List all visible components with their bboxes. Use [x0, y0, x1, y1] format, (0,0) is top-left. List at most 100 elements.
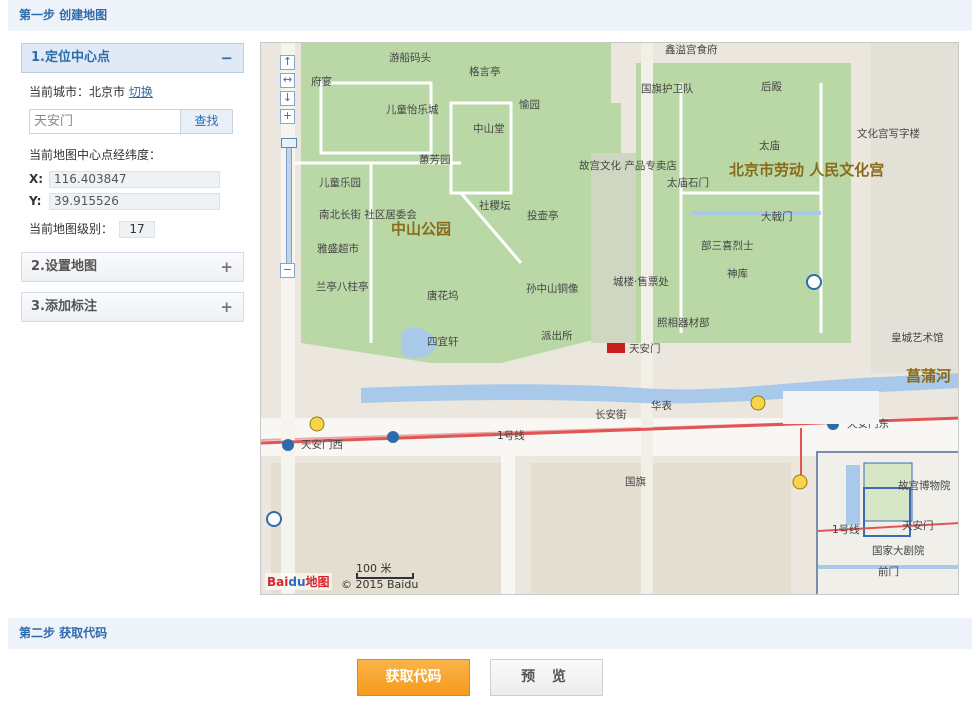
- label-paichusuo: 派出所: [541, 329, 573, 342]
- overview-line1: 1号线: [832, 523, 860, 536]
- pan-down-button[interactable]: ↓: [280, 91, 295, 106]
- label-yuyuan: 愉园: [519, 98, 540, 111]
- label-tiananmen-west: 天安门西: [301, 438, 343, 451]
- label-shenku: 神库: [727, 267, 748, 280]
- bus-b-icon[interactable]: [309, 416, 325, 432]
- label-line1: 1号线: [497, 429, 525, 442]
- x-coord-field[interactable]: 116.403847: [49, 170, 220, 188]
- collapse-icon[interactable]: −: [220, 44, 233, 72]
- map-canvas[interactable]: 游船码头 格言亭 鑫溢宫食府 府宴 国旗护卫队 后殿 儿童怡乐城 愉园 中山堂 …: [260, 42, 959, 595]
- step2-header: 第二步 获取代码: [8, 618, 972, 649]
- parking-icon[interactable]: [806, 274, 822, 290]
- label-dajidian: 大戟门: [761, 210, 793, 223]
- label-yasheng: 雅盛超市: [317, 242, 359, 255]
- zoom-slider-handle[interactable]: [281, 138, 297, 148]
- city-value: 北京市: [89, 85, 126, 99]
- map-pan-control: ↑ ↔ ↓ +: [280, 55, 298, 127]
- accordion-add-marker-title: 3.添加标注: [31, 299, 97, 314]
- search-input[interactable]: 天安门: [29, 109, 180, 134]
- label-changan: 长安街: [595, 408, 627, 421]
- overview-tiananmen: 天安门: [902, 519, 934, 532]
- bus-d-icon[interactable]: [792, 474, 808, 490]
- label-children-park: 儿童乐园: [319, 176, 361, 189]
- label-sansan: 部三喜烈士: [701, 239, 754, 252]
- y-coord-row: Y: 39.915526: [29, 192, 236, 210]
- label-chenglou: 城楼·售票处: [613, 275, 669, 288]
- x-coord-row: X: 116.403847: [29, 170, 236, 188]
- locate-body: 当前城市：北京市 切换 天安门 查找 当前地图中心点经纬度： X: 116.40…: [21, 73, 244, 250]
- zoom-level-row: 当前地图级别： 17: [29, 218, 236, 240]
- switch-city-link[interactable]: 切换: [129, 85, 153, 99]
- logo-du: du: [288, 575, 306, 589]
- accordion-add-marker[interactable]: 3.添加标注 +: [21, 292, 244, 322]
- label-huifang: 蕙芳园: [419, 153, 451, 166]
- label-houdian: 后殿: [761, 81, 782, 93]
- bus-a-icon[interactable]: [750, 395, 766, 411]
- label-taimiao-stone: 太庙石门: [667, 176, 709, 189]
- zoom-out-button[interactable]: −: [280, 263, 295, 278]
- zoom-in-button[interactable]: +: [280, 109, 295, 124]
- overview-qianmen: 前门: [878, 565, 899, 578]
- tile-placeholder: [783, 391, 879, 424]
- accordion-locate-center[interactable]: 1.定位中心点 −: [21, 43, 244, 73]
- expand-icon[interactable]: +: [220, 253, 233, 281]
- label-laodong-palace: 北京市劳动 人民文化宫: [729, 161, 884, 179]
- y-coord-field[interactable]: 39.915526: [49, 192, 220, 210]
- label-geyan: 格言亭: [469, 65, 501, 78]
- step1-header: 第一步 创建地图: [8, 0, 972, 31]
- overview-map[interactable]: 故宫博物院 天安门 国家大剧院 1号线 前门: [816, 451, 958, 594]
- label-changpu: 菖蒲河: [906, 367, 951, 385]
- tiananmen-marker-icon[interactable]: [607, 343, 625, 353]
- accordion-set-map[interactable]: 2.设置地图 +: [21, 252, 244, 282]
- label-gugong-shop: 故宫文化 产品专卖店: [579, 159, 677, 172]
- label-huabiao: 华表: [651, 399, 672, 412]
- search-button[interactable]: 查找: [180, 109, 233, 134]
- zoom-level-field[interactable]: 17: [119, 221, 156, 238]
- label-zhongshantang: 中山堂: [473, 122, 505, 135]
- logo-text: 地图: [305, 575, 330, 589]
- label-tanghua: 唐花坞: [427, 289, 459, 302]
- zoom-slider-track[interactable]: [286, 141, 292, 266]
- label-zhongshan-park: 中山公园: [391, 220, 451, 238]
- pan-up-button[interactable]: ↑: [280, 55, 295, 70]
- current-city-row: 当前城市：北京市 切换: [29, 81, 236, 103]
- label-lanni: 兰亭八柱亭: [316, 280, 369, 293]
- label-sigui: 四宜轩: [427, 335, 459, 348]
- search-box: 天安门 查找: [29, 109, 236, 134]
- label-tou: 投壶亭: [527, 209, 559, 222]
- preview-button[interactable]: 预 览: [490, 659, 603, 696]
- label-taimiao: 太庙: [759, 139, 780, 152]
- label-guoqi-guard: 国旗护卫队: [641, 82, 694, 95]
- label-sun-statue: 孙中山铜像: [526, 282, 579, 295]
- logo-bai: Bai: [267, 575, 289, 589]
- y-label: Y:: [29, 194, 42, 208]
- city-label: 当前城市：: [29, 85, 90, 99]
- label-culture-building: 文化宫写字楼: [857, 127, 920, 140]
- get-code-button[interactable]: 获取代码: [357, 659, 470, 696]
- overview-palace: 故宫博物院: [898, 479, 951, 492]
- overview-theatre: 国家大剧院: [872, 544, 925, 557]
- label-sheji: 社稷坛: [479, 199, 511, 212]
- label-youchuan: 游船码头: [389, 51, 431, 64]
- metro-station-icon[interactable]: [282, 439, 294, 451]
- label-huangcheng-gallery: 皇城艺术馆: [891, 331, 944, 344]
- overview-graphic: 故宫博物院 天安门 国家大剧院 1号线 前门: [818, 462, 958, 578]
- pan-left-right-button[interactable]: ↔: [280, 73, 295, 88]
- center-label: 当前地图中心点经纬度：: [29, 148, 162, 162]
- accordion-locate-title: 1.定位中心点: [31, 50, 110, 65]
- baidu-logo: Baidu地图: [265, 573, 332, 590]
- label-xinyi: 鑫溢宫食府: [665, 43, 718, 56]
- label-guoqi: 国旗: [625, 475, 646, 488]
- label-children-city: 儿童怡乐城: [386, 103, 439, 116]
- metro-station-icon[interactable]: [387, 431, 399, 443]
- parking-icon[interactable]: [266, 511, 282, 527]
- label-fuyan: 府宴: [311, 75, 332, 88]
- settings-panel: 1.定位中心点 − 当前城市：北京市 切换 天安门 查找 当前地图中心点经纬度：…: [21, 43, 244, 322]
- expand-icon[interactable]: +: [220, 293, 233, 321]
- x-label: X:: [29, 172, 44, 186]
- map-copyright: © 2015 Baidu: [341, 578, 419, 591]
- zoom-level-label: 当前地图级别：: [29, 222, 114, 236]
- accordion-set-map-title: 2.设置地图: [31, 259, 97, 274]
- label-tiananmen: 天安门: [629, 342, 661, 355]
- label-zhaoxiang: 照相器材部: [657, 316, 710, 329]
